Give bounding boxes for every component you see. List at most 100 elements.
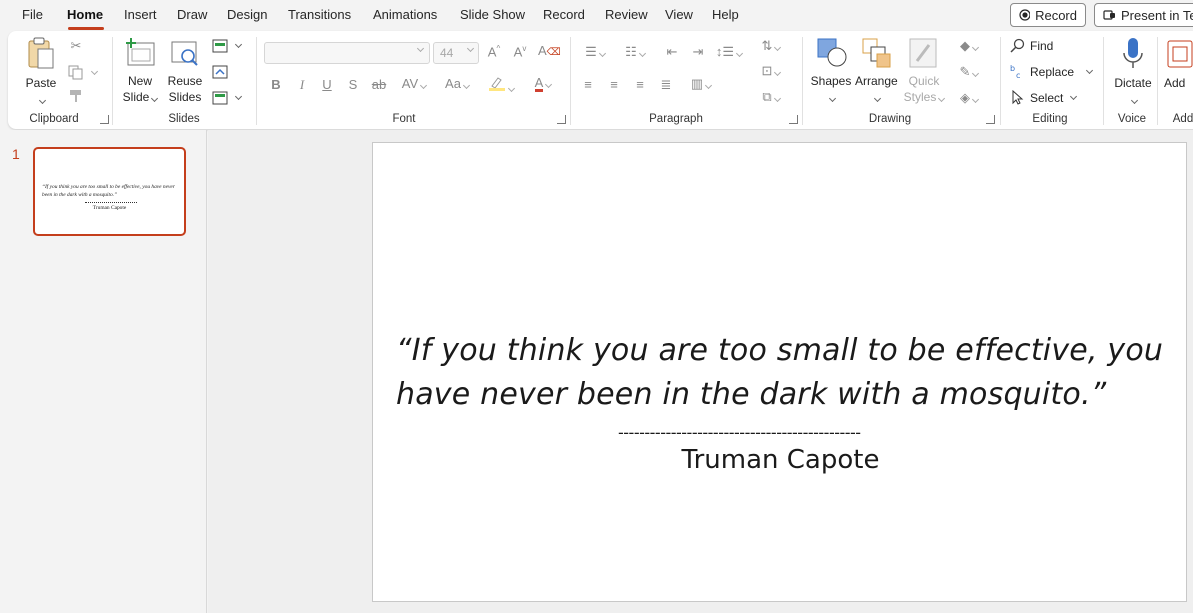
tab-view[interactable]: View [665,7,693,22]
clipboard-group-label: Clipboard [29,113,79,125]
change-case-icon[interactable]: Aa [440,76,474,91]
present-in-teams-button[interactable]: Present in Te [1094,3,1193,27]
justify-icon[interactable]: ≣ [658,77,674,93]
italic-icon[interactable]: I [295,77,309,93]
ribbon-separator [256,37,257,125]
copy-icon [68,65,83,80]
decrease-font-size-icon[interactable]: Av [510,44,530,59]
character-spacing-icon[interactable]: AV [397,76,431,91]
arrange-icon [862,38,891,68]
paste-button[interactable]: Paste [22,37,60,107]
record-icon [1019,9,1031,21]
dictate-label: Dictate [1114,76,1152,90]
align-right-icon[interactable]: ≡ [632,77,648,92]
copy-button[interactable] [68,65,99,80]
layout-button[interactable] [212,39,243,53]
quote-text-box[interactable]: “If you think you are too small to be ef… [396,329,1176,417]
reuse-slides-button[interactable]: Reuse Slides [166,37,204,105]
teams-present-icon [1103,10,1115,20]
align-text-icon[interactable]: ⊡ [756,63,786,79]
increase-indent-icon[interactable]: ⇥ [689,44,707,60]
slide-thumbnail[interactable]: “If you think you are too small to be ef… [33,147,186,236]
align-left-icon[interactable]: ≡ [580,77,596,92]
section-icon [212,91,228,105]
tab-animations[interactable]: Animations [373,7,437,22]
ribbon-separator [1157,37,1158,125]
increase-font-size-icon[interactable]: A^ [484,44,504,59]
dictate-button[interactable]: Dictate [1112,37,1154,107]
arrange-button[interactable]: Arrange [855,37,898,105]
new-slide-button[interactable]: New Slide [120,37,160,105]
find-label: Find [1030,38,1054,53]
text-shadow-icon[interactable]: S [346,77,360,92]
font-color-icon[interactable]: A [526,75,560,92]
paste-dropdown-icon[interactable] [38,96,47,105]
slide-thumbnail-panel[interactable]: 1 “If you think you are too small to be … [0,130,207,613]
columns-icon[interactable]: ▥ [686,76,716,92]
record-button[interactable]: Record [1010,3,1086,27]
tab-file[interactable]: File [22,7,43,22]
copy-dropdown-icon[interactable] [90,67,99,75]
replace-dropdown-icon[interactable] [1085,66,1094,74]
add-ins-group-label: Add [1172,113,1193,125]
decrease-indent-icon[interactable]: ⇤ [663,44,681,60]
tab-insert[interactable]: Insert [124,7,157,22]
shapes-button[interactable]: Shapes [810,37,852,105]
tab-design[interactable]: Design [227,7,267,22]
quote-divider-dashes[interactable]: ----------------------------------------… [618,423,861,442]
clipboard-dialog-launcher-icon[interactable] [100,115,109,124]
bullets-icon[interactable]: ☰ [580,44,610,60]
text-direction-icon[interactable]: ⇅ [756,38,786,54]
replace-icon: bc [1010,64,1020,79]
tab-slide-show[interactable]: Slide Show [460,7,525,22]
find-button[interactable]: Find [1010,38,1053,53]
quote-author-text[interactable]: Truman Capote [373,445,1188,475]
numbering-icon[interactable]: ☷ [620,44,650,60]
font-dialog-launcher-icon[interactable] [557,115,566,124]
bold-icon[interactable]: B [269,77,283,92]
add-ins-icon [1167,40,1193,68]
add-ins-button[interactable]: Add [1164,37,1193,91]
cut-icon[interactable]: ✂ [68,38,84,54]
shape-fill-icon[interactable]: ◆ [954,38,984,54]
drawing-dialog-launcher-icon[interactable] [986,115,995,124]
dictate-dropdown-icon[interactable] [1130,96,1139,105]
shape-outline-icon[interactable]: ✎ [954,64,984,80]
reset-slide-button[interactable] [212,65,228,79]
drawing-group-label: Drawing [868,113,912,125]
reset-slide-icon [212,65,228,79]
tab-transitions[interactable]: Transitions [288,7,351,22]
highlight-color-icon[interactable] [484,75,518,94]
replace-button[interactable]: bc Replace [1010,64,1094,79]
shape-effects-icon[interactable]: ◈ [954,90,984,106]
new-slide-icon [126,38,155,66]
format-painter-icon[interactable] [68,88,84,107]
clear-formatting-icon[interactable]: A⌫ [538,43,561,58]
tab-record[interactable]: Record [543,7,585,22]
thumbnail-author-text: Truman Capote [92,205,127,211]
tab-draw[interactable]: Draw [177,7,207,22]
active-tab-indicator [68,27,104,30]
align-center-icon[interactable]: ≡ [606,77,622,92]
record-button-label: Record [1035,7,1077,23]
svg-text:b: b [1010,64,1015,73]
slide-canvas[interactable]: “If you think you are too small to be ef… [372,142,1187,602]
font-size-combobox[interactable]: 44 [433,42,479,64]
select-dropdown-icon [1070,92,1078,100]
font-size-dropdown-icon[interactable] [466,44,475,53]
font-name-combobox[interactable] [264,42,430,64]
quick-styles-button[interactable]: Quick Styles [901,37,947,105]
convert-to-smartart-icon[interactable]: ⧉ [756,89,786,105]
tab-review[interactable]: Review [605,7,648,22]
paragraph-dialog-launcher-icon[interactable] [789,115,798,124]
strikethrough-icon[interactable]: ab [370,77,388,92]
underline-icon[interactable]: U [320,77,334,92]
select-button[interactable]: Select [1010,90,1078,105]
paragraph-group-label: Paragraph [649,113,703,125]
font-name-dropdown-icon[interactable] [416,44,425,53]
section-button[interactable] [212,91,243,105]
line-spacing-icon[interactable]: ↕☰ [714,44,744,60]
ribbon-separator [1103,37,1104,125]
tab-help[interactable]: Help [712,7,739,22]
tab-home[interactable]: Home [67,7,103,22]
